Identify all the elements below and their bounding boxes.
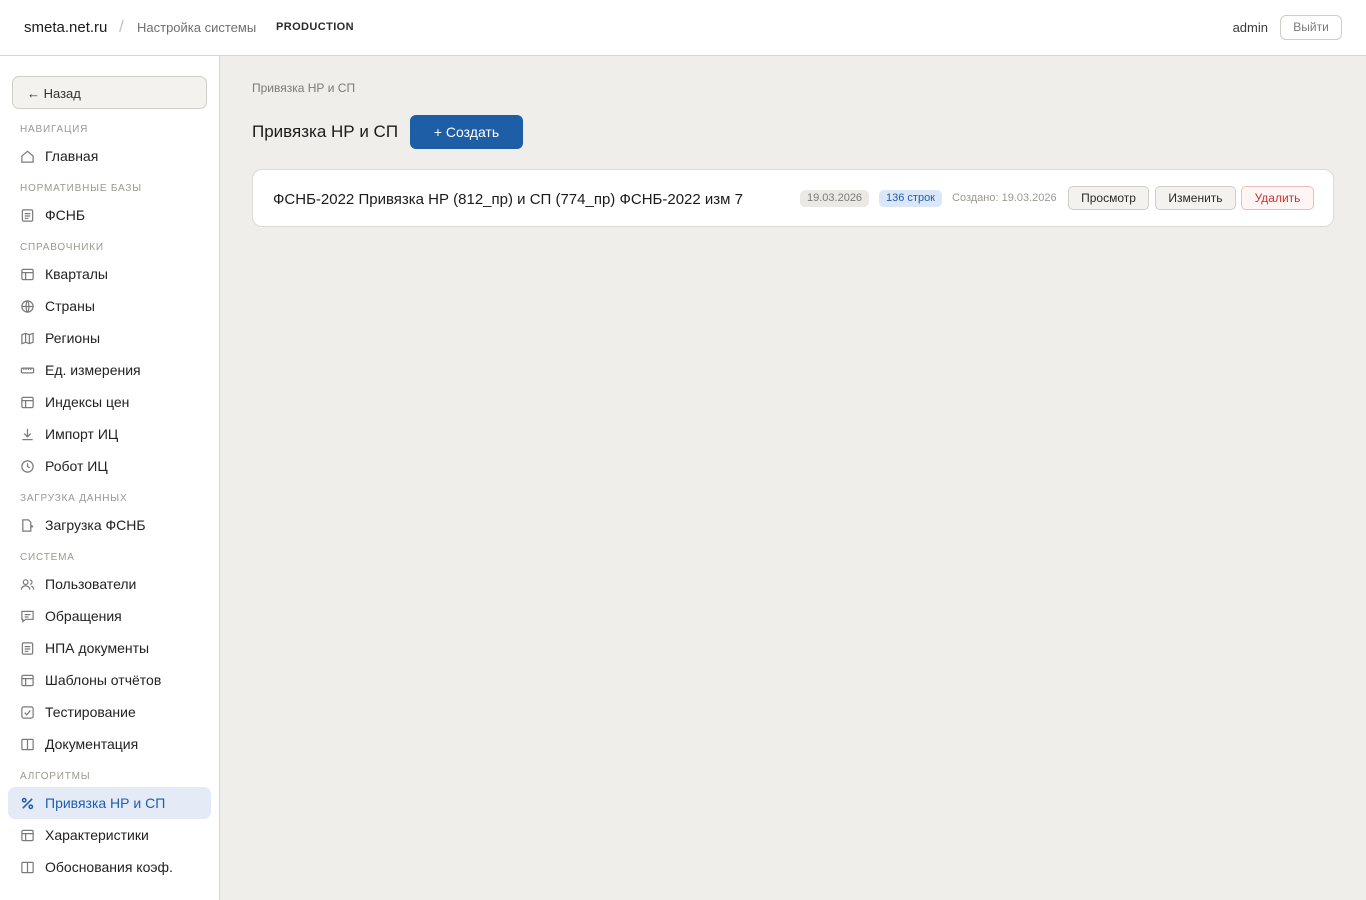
sidebar-section-title: Справочники — [20, 242, 104, 253]
sidebar-item-users[interactable]: Пользователи — [8, 568, 211, 600]
table-icon — [20, 828, 35, 843]
delete-button[interactable]: Удалить — [1241, 186, 1314, 210]
sidebar-item-upload-fsnb[interactable]: Загрузка ФСНБ — [8, 509, 211, 541]
sidebar-item-price-indexes[interactable]: Индексы цен — [8, 386, 211, 418]
sidebar-item-import[interactable]: Импорт ИЦ — [8, 418, 211, 450]
sidebar-item-fsnb[interactable]: ФСНБ — [8, 199, 211, 231]
sidebar-item-label: Индексы цен — [45, 394, 130, 410]
sidebar: ← Назад Навигация Главная Нормативные ба… — [0, 56, 220, 900]
back-button[interactable]: ← Назад — [12, 76, 207, 109]
sidebar-item-home[interactable]: Главная — [8, 140, 211, 172]
record-title: ФСНБ-2022 Привязка НР (812_пр) и СП (774… — [273, 191, 743, 208]
sidebar-item-label: Загрузка ФСНБ — [45, 517, 146, 533]
sidebar-item-quarters[interactable]: Кварталы — [8, 258, 211, 290]
breadcrumb-separator: / — [119, 17, 124, 36]
clock-icon — [20, 459, 35, 474]
document-icon — [20, 208, 35, 223]
current-user: admin — [1232, 20, 1268, 35]
table-icon — [20, 267, 35, 282]
message-icon — [20, 609, 35, 624]
sidebar-section-title: Система — [20, 552, 75, 563]
home-icon — [20, 149, 35, 164]
ruler-icon — [20, 363, 35, 378]
sidebar-item-countries[interactable]: Страны — [8, 290, 211, 322]
sidebar-item-regions[interactable]: Регионы — [8, 322, 211, 354]
sidebar-item-robot[interactable]: Робот ИЦ — [8, 450, 211, 482]
top-bar: smeta.net.ru / Настройка системы PRODUCT… — [0, 0, 1366, 56]
map-icon — [20, 331, 35, 346]
users-icon — [20, 577, 35, 592]
sidebar-section-title: Нормативные базы — [20, 183, 142, 194]
book-icon — [20, 860, 35, 875]
section-title: Настройка системы — [137, 20, 257, 35]
environment-badge: PRODUCTION — [276, 21, 354, 33]
sidebar-item-label: Пользователи — [45, 576, 137, 592]
upload-file-icon — [20, 518, 35, 533]
sidebar-item-units[interactable]: Ед. измерения — [8, 354, 211, 386]
document-icon — [20, 641, 35, 656]
sidebar-item-label: Шаблоны отчётов — [45, 672, 162, 688]
sidebar-item-npa[interactable]: НПА документы — [8, 632, 211, 664]
brand-link[interactable]: smeta.net.ru — [24, 19, 107, 36]
logout-button[interactable]: Выйти — [1280, 15, 1342, 40]
sidebar-item-label: Тестирование — [45, 704, 136, 720]
sidebar-item-label: НПА документы — [45, 640, 150, 656]
sidebar-item-label: Ед. измерения — [45, 362, 141, 378]
create-button[interactable]: + Создать — [410, 115, 523, 149]
sidebar-item-report-templates[interactable]: Шаблоны отчётов — [8, 664, 211, 696]
sidebar-item-label: Привязка НР и СП — [45, 795, 166, 811]
created-date: Создано: 19.03.2026 — [952, 192, 1057, 204]
sidebar-item-testing[interactable]: Тестирование — [8, 696, 211, 728]
sidebar-item-coef-justifications[interactable]: Обоснования коэф. — [8, 851, 211, 883]
sidebar-item-label: ФСНБ — [45, 207, 86, 223]
sidebar-item-label: Регионы — [45, 330, 101, 346]
sidebar-item-label: Характеристики — [45, 827, 149, 843]
sidebar-item-label: Главная — [45, 148, 99, 164]
table-icon — [20, 395, 35, 410]
globe-icon — [20, 299, 35, 314]
rows-count-badge: 136 строк — [879, 190, 942, 207]
sidebar-item-docs[interactable]: Документация — [8, 728, 211, 760]
sidebar-section-title: Навигация — [20, 124, 89, 135]
date-badge: 19.03.2026 — [800, 190, 870, 207]
sidebar-item-label: Импорт ИЦ — [45, 426, 119, 442]
sidebar-section-title: Алгоритмы — [20, 771, 91, 782]
table-icon — [20, 673, 35, 688]
list-item: ФСНБ-2022 Привязка НР (812_пр) и СП (774… — [252, 169, 1334, 227]
breadcrumb: Привязка НР и СП — [252, 81, 356, 95]
sidebar-item-nr-sp-binding[interactable]: Привязка НР и СП — [8, 787, 211, 819]
sidebar-item-label: Кварталы — [45, 266, 108, 282]
page-title: Привязка НР и СП — [252, 122, 399, 141]
edit-button[interactable]: Изменить — [1155, 186, 1236, 210]
sidebar-item-requests[interactable]: Обращения — [8, 600, 211, 632]
sidebar-item-label: Обращения — [45, 608, 122, 624]
sidebar-section-title: Загрузка данных — [20, 493, 128, 504]
sidebar-item-label: Робот ИЦ — [45, 458, 108, 474]
checkbox-icon — [20, 705, 35, 720]
percent-icon — [20, 796, 35, 811]
sidebar-item-label: Страны — [45, 298, 95, 314]
book-icon — [20, 737, 35, 752]
view-button[interactable]: Просмотр — [1068, 186, 1149, 210]
sidebar-item-label: Обоснования коэф. — [45, 859, 173, 875]
sidebar-item-characteristics[interactable]: Характеристики — [8, 819, 211, 851]
sidebar-item-label: Документация — [45, 736, 139, 752]
download-icon — [20, 427, 35, 442]
